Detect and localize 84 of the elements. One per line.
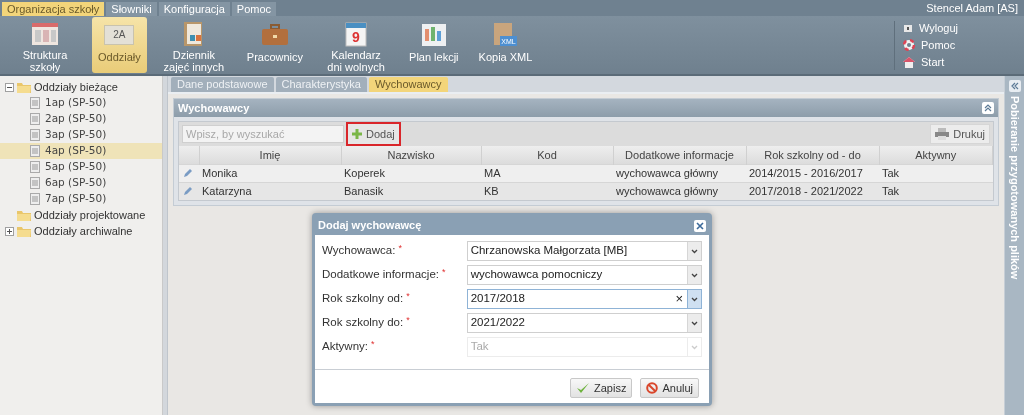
tree-item[interactable]: 2ap (SP-50) [0, 111, 162, 127]
required-mark: * [406, 314, 410, 328]
lifebuoy-icon [903, 39, 915, 51]
tree-item[interactable]: Oddziały archiwalne [34, 222, 133, 240]
expand-icon[interactable] [1008, 80, 1021, 92]
dialog-title: Dodaj wychowawcę [318, 218, 422, 234]
document-icon [30, 177, 40, 189]
door-icon [903, 23, 913, 33]
toolbar-button[interactable]: 2A Oddziały [92, 17, 147, 73]
required-mark: * [398, 242, 402, 256]
home-icon [903, 56, 915, 68]
document-icon [30, 113, 40, 125]
required-mark: * [406, 290, 410, 304]
field-label: Rok szkolny do: [322, 315, 404, 331]
table-cell: Tak [879, 164, 993, 182]
content-tab[interactable]: Wychowawcy [369, 77, 448, 92]
table-cell: 2014/2015 - 2016/2017 [746, 164, 879, 182]
menu-tab[interactable]: Organizacja szkoły [2, 2, 105, 16]
tree-item[interactable]: Oddziały projektowane [34, 206, 146, 224]
document-icon [30, 97, 40, 109]
pencil-icon[interactable] [183, 186, 193, 197]
dropdown-field[interactable]: 2017/2018 × [466, 289, 702, 309]
tree-item[interactable]: 1ap (SP-50) [0, 95, 162, 111]
dropdown-field[interactable]: wychowawca pomocniczy [466, 265, 702, 285]
folder-icon [16, 80, 32, 94]
field-label: Aktywny: [322, 339, 368, 355]
cancel-button[interactable]: Anuluj [640, 378, 699, 398]
prohibited-icon [646, 382, 659, 394]
table-cell: KB [481, 182, 613, 200]
tree-item[interactable]: Oddziały bieżące [34, 78, 118, 96]
field-label: Rok szkolny od: [322, 291, 404, 307]
tree-item[interactable]: 4ap (SP-50) [0, 143, 162, 159]
timetable-icon [420, 23, 447, 47]
dropdown-field[interactable]: Chrzanowska Małgorzata [MB] [466, 241, 702, 261]
tree-item[interactable]: 6ap (SP-50) [0, 175, 162, 191]
toolbar-button[interactable]: Struktura szkoły [6, 17, 84, 73]
document-icon [30, 161, 40, 173]
calendar-icon: 9 [345, 21, 368, 47]
table-cell: Katarzyna [199, 182, 341, 200]
quick-link[interactable]: Start [903, 54, 974, 70]
document-icon [30, 129, 40, 141]
collapse-toggle[interactable] [5, 82, 14, 92]
table-cell: Tak [879, 182, 993, 200]
toolbar-button[interactable]: Plan lekcji [403, 17, 465, 73]
required-mark: * [442, 266, 446, 280]
toolbar-button[interactable]: Dziennik zajęć innych [154, 17, 233, 73]
table-cell: 2017/2018 - 2021/2022 [746, 182, 879, 200]
plus-icon [352, 129, 362, 139]
required-mark: * [371, 338, 375, 352]
table-cell: wychowawca główny [613, 182, 746, 200]
save-button[interactable]: Zapisz [570, 378, 633, 398]
tree-item[interactable]: 7ap (SP-50) [0, 191, 162, 207]
quick-link[interactable]: Pomoc [903, 37, 974, 53]
class-icon: 2A [104, 25, 135, 45]
field-label: Dodatkowe informacje: [322, 267, 439, 283]
table-cell: Koperek [341, 164, 481, 182]
panel-title: Wychowawcy [178, 100, 250, 116]
chart-sheet-icon [31, 21, 59, 47]
print-button[interactable]: Drukuj [930, 124, 990, 144]
tree-item[interactable]: 3ap (SP-50) [0, 127, 162, 143]
close-icon[interactable] [694, 219, 706, 232]
search-field[interactable]: Wpisz, by wyszukać [182, 125, 344, 143]
briefcase-icon [260, 24, 289, 46]
collapse-icon[interactable] [982, 102, 994, 114]
table-cell: wychowawca główny [613, 164, 746, 182]
printer-icon [935, 128, 950, 140]
add-button[interactable]: Dodaj [348, 124, 399, 144]
toolbar-button[interactable]: 9 Kalendarz dni wolnych [317, 17, 396, 73]
folder-icon [16, 224, 32, 238]
table-cell: MA [481, 164, 613, 182]
toolbar-button[interactable]: Pracownicy [240, 17, 310, 73]
dropdown-field[interactable]: 2021/2022 [466, 313, 702, 333]
expand-toggle[interactable] [5, 226, 14, 236]
field-label: Wychowawca: [322, 243, 396, 259]
tree-item[interactable]: 5ap (SP-50) [0, 159, 162, 175]
document-icon [30, 193, 40, 205]
clear-button[interactable]: × [671, 289, 687, 309]
table-cell: Banasik [341, 182, 481, 200]
folder-icon [16, 208, 32, 222]
document-icon [30, 145, 40, 157]
pencil-icon[interactable] [183, 168, 193, 178]
table-cell: Monika [199, 164, 341, 182]
user-name: Stencel Adam [AS] [926, 0, 1018, 16]
checkmark-icon [576, 382, 590, 394]
